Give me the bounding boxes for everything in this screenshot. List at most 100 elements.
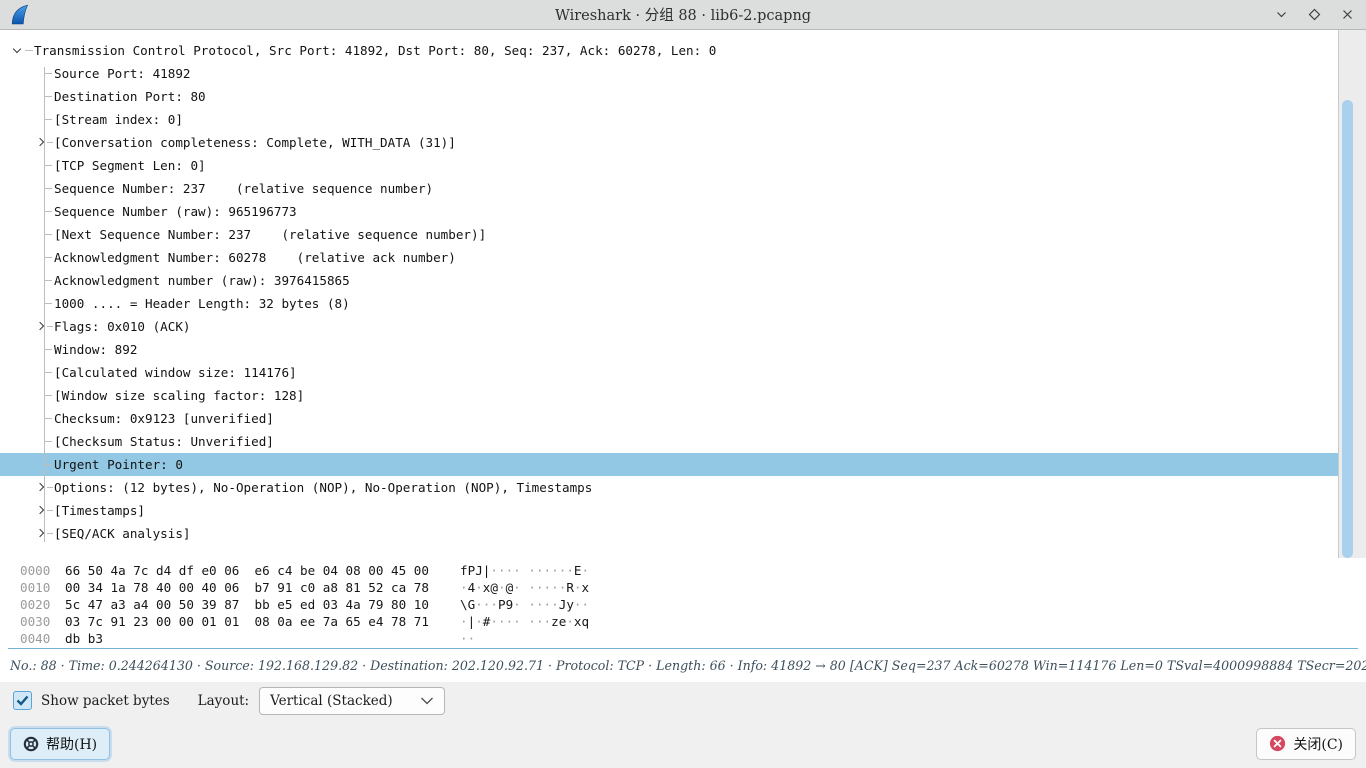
- chevron-down-icon[interactable]: [13, 45, 21, 53]
- close-circle-icon: [1269, 735, 1286, 752]
- titlebar: Wireshark · 分组 88 · lib6-2.pcapng: [0, 0, 1366, 30]
- layout-label: Layout:: [198, 693, 249, 709]
- tree-row[interactable]: Sequence Number (raw): 965196773: [0, 200, 1338, 223]
- chevron-down-icon: [420, 697, 434, 705]
- tree-row[interactable]: [Conversation completeness: Complete, WI…: [0, 131, 1338, 154]
- packet-bytes-pane: 0000 66 50 4a 7c d4 df e0 06 e6 c4 be 04 …: [0, 558, 1366, 648]
- hex-ascii[interactable]: fPJ|···· ······E·: [460, 562, 589, 579]
- maximize-window-button[interactable]: [1303, 4, 1325, 26]
- hex-offset: 0010: [20, 579, 51, 596]
- tree-row[interactable]: [Calculated window size: 114176]: [0, 361, 1338, 384]
- tree-guide-line: [44, 67, 45, 542]
- tree-row-label: [Window size scaling factor: 128]: [54, 388, 304, 403]
- tree-row[interactable]: Acknowledgment number (raw): 3976415865: [0, 269, 1338, 292]
- hex-offset: 0040: [20, 630, 51, 647]
- tree-row[interactable]: Acknowledgment Number: 60278 (relative a…: [0, 246, 1338, 269]
- chevron-right-icon[interactable]: [36, 138, 44, 146]
- tree-row[interactable]: Sequence Number: 237 (relative sequence …: [0, 177, 1338, 200]
- tree-row-label: Destination Port: 80: [54, 89, 206, 104]
- tree-row[interactable]: Urgent Pointer: 0: [0, 453, 1338, 476]
- vertical-scrollbar[interactable]: [1338, 30, 1366, 558]
- tree-row[interactable]: Flags: 0x010 (ACK): [0, 315, 1338, 338]
- tree-row[interactable]: [Next Sequence Number: 237 (relative seq…: [0, 223, 1338, 246]
- hex-row[interactable]: 0040 db b3 ··: [0, 630, 1366, 647]
- tree-row[interactable]: Window: 892: [0, 338, 1338, 361]
- tree-row-label: [Timestamps]: [54, 503, 145, 518]
- chevron-right-icon[interactable]: [36, 322, 44, 330]
- hex-row[interactable]: 0000 66 50 4a 7c d4 df e0 06 e6 c4 be 04 …: [0, 562, 1366, 579]
- tree-row-label: Sequence Number (raw): 965196773: [54, 204, 297, 219]
- hex-bytes[interactable]: 5c 47 a3 a4 00 50 39 87 bb e5 ed 03 4a 7…: [65, 596, 437, 613]
- tree-row-label: [SEQ/ACK analysis]: [54, 526, 190, 541]
- help-button[interactable]: 帮助(H): [10, 728, 110, 760]
- tree-row[interactable]: [Stream index: 0]: [0, 108, 1338, 131]
- tree-row-label: Acknowledgment Number: 60278 (relative a…: [54, 250, 456, 265]
- tree-row-label: [Checksum Status: Unverified]: [54, 434, 274, 449]
- chevron-right-icon[interactable]: [36, 529, 44, 537]
- hex-ascii[interactable]: ··: [460, 630, 475, 647]
- tree-row[interactable]: Source Port: 41892: [0, 62, 1338, 85]
- hex-offset: 0030: [20, 613, 51, 630]
- help-button-label: 帮助(H): [46, 734, 97, 754]
- hex-offset: 0000: [20, 562, 51, 579]
- close-button[interactable]: 关闭(C): [1256, 728, 1356, 760]
- show-packet-bytes-label[interactable]: Show packet bytes: [41, 693, 170, 709]
- packet-summary-line: No.: 88 · Time: 0.244264130 · Source: 19…: [0, 649, 1366, 682]
- tree-row-label: [Stream index: 0]: [54, 112, 183, 127]
- tree-row-label: Source Port: 41892: [54, 66, 190, 81]
- layout-select-value: Vertical (Stacked): [270, 693, 393, 709]
- help-lifebuoy-icon: [23, 736, 39, 752]
- hex-offset: 0020: [20, 596, 51, 613]
- tree-row-label: Flags: 0x010 (ACK): [54, 319, 190, 334]
- tree-row[interactable]: Checksum: 0x9123 [unverified]: [0, 407, 1338, 430]
- window-title: Wireshark · 分组 88 · lib6-2.pcapng: [555, 4, 811, 25]
- close-window-button[interactable]: [1336, 4, 1358, 26]
- dialog-button-row: 帮助(H) 关闭(C): [0, 719, 1366, 768]
- tree-row[interactable]: [Window size scaling factor: 128]: [0, 384, 1338, 407]
- tree-row[interactable]: Destination Port: 80: [0, 85, 1338, 108]
- close-icon: [1341, 8, 1354, 21]
- tree-row-label: [Conversation completeness: Complete, WI…: [54, 135, 456, 150]
- chevron-right-icon[interactable]: [36, 483, 44, 491]
- hex-row[interactable]: 0010 00 34 1a 78 40 00 40 06 b7 91 c0 a8 …: [0, 579, 1366, 596]
- hex-bytes[interactable]: db b3: [65, 630, 437, 647]
- tree-row-label: Checksum: 0x9123 [unverified]: [54, 411, 274, 426]
- hex-row[interactable]: 0020 5c 47 a3 a4 00 50 39 87 bb e5 ed 03 …: [0, 596, 1366, 613]
- tree-row-label: [Calculated window size: 114176]: [54, 365, 297, 380]
- chevron-down-icon: [1275, 8, 1288, 21]
- close-button-label: 关闭(C): [1293, 734, 1343, 754]
- window-controls: [1270, 4, 1358, 26]
- wireshark-logo-icon: [9, 3, 31, 27]
- hex-ascii[interactable]: ·|·#···· ···ze·xq: [460, 613, 589, 630]
- tree-row-label: [TCP Segment Len: 0]: [54, 158, 206, 173]
- chevron-right-icon[interactable]: [36, 506, 44, 514]
- show-packet-bytes-checkbox[interactable]: [13, 691, 32, 710]
- hex-row[interactable]: 0030 03 7c 91 23 00 00 01 01 08 0a ee 7a …: [0, 613, 1366, 630]
- tree-row[interactable]: [Checksum Status: Unverified]: [0, 430, 1338, 453]
- tree-row-label: Window: 892: [54, 342, 137, 357]
- hex-bytes[interactable]: 66 50 4a 7c d4 df e0 06 e6 c4 be 04 08 0…: [65, 562, 437, 579]
- tree-row-label: Urgent Pointer: 0: [54, 457, 183, 472]
- tree-row[interactable]: 1000 .... = Header Length: 32 bytes (8): [0, 292, 1338, 315]
- tree-row-label: [Next Sequence Number: 237 (relative seq…: [54, 227, 486, 242]
- checkmark-icon: [16, 695, 29, 707]
- tree-row-label: 1000 .... = Header Length: 32 bytes (8): [54, 296, 350, 311]
- tree-row[interactable]: [Timestamps]: [0, 499, 1338, 522]
- packet-detail-tree: Transmission Control Protocol, Src Port:…: [0, 30, 1366, 558]
- tree-row[interactable]: [TCP Segment Len: 0]: [0, 154, 1338, 177]
- shade-window-button[interactable]: [1270, 4, 1292, 26]
- tree-row-label: Options: (12 bytes), No-Operation (NOP),…: [54, 480, 592, 495]
- tree-row-label: Acknowledgment number (raw): 3976415865: [54, 273, 350, 288]
- tree-row[interactable]: Transmission Control Protocol, Src Port:…: [0, 39, 1338, 62]
- tree-row[interactable]: Options: (12 bytes), No-Operation (NOP),…: [0, 476, 1338, 499]
- hex-bytes[interactable]: 00 34 1a 78 40 00 40 06 b7 91 c0 a8 81 5…: [65, 579, 437, 596]
- tree-row[interactable]: [SEQ/ACK analysis]: [0, 522, 1338, 545]
- hex-bytes[interactable]: 03 7c 91 23 00 00 01 01 08 0a ee 7a 65 e…: [65, 613, 437, 630]
- hex-ascii[interactable]: \G···P9· ····Jy··: [460, 596, 589, 613]
- tree-row-label: Sequence Number: 237 (relative sequence …: [54, 181, 433, 196]
- layout-select[interactable]: Vertical (Stacked): [259, 687, 445, 715]
- hex-ascii[interactable]: ·4·x@·@· ·····R·x: [460, 579, 589, 596]
- diamond-icon: [1308, 8, 1321, 21]
- scrollbar-thumb[interactable]: [1342, 100, 1353, 558]
- dialog-controls-row: Show packet bytes Layout: Vertical (Stac…: [0, 682, 1366, 719]
